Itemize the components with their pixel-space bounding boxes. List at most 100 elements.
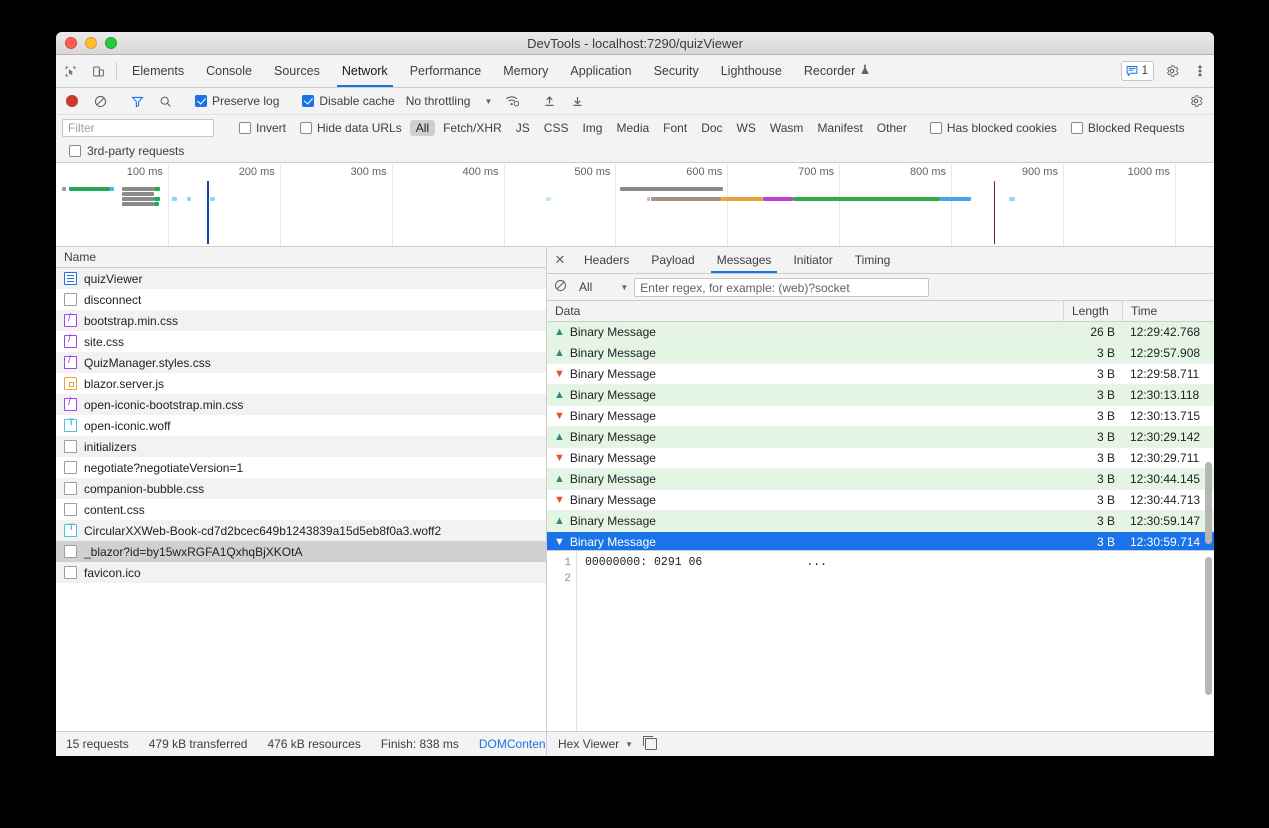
message-row[interactable]: ▲ Binary Message 3 B 12:30:44.145 — [547, 469, 1214, 490]
filter-type-all[interactable]: All — [409, 119, 436, 136]
request-name: CircularXXWeb-Book-cd7d2bcec649b1243839a… — [84, 523, 442, 538]
import-har-icon[interactable] — [535, 95, 563, 108]
filter-type-font[interactable]: Font — [657, 120, 693, 136]
message-type-chevron-down-icon[interactable]: ▼ — [620, 283, 628, 292]
message-data-cell: ▲ Binary Message — [547, 514, 1063, 528]
column-header-data[interactable]: Data — [547, 301, 1063, 321]
request-row[interactable]: open-iconic.woff — [56, 415, 546, 436]
message-row[interactable]: ▼ Binary Message 3 B 12:30:29.711 — [547, 448, 1214, 469]
close-detail-icon[interactable]: ✕ — [547, 247, 573, 273]
tab-sources[interactable]: Sources — [263, 55, 331, 87]
tab-memory[interactable]: Memory — [492, 55, 559, 87]
hex-scrollbar[interactable] — [1205, 557, 1212, 695]
network-conditions-icon[interactable] — [498, 94, 526, 108]
message-type-filter-value[interactable]: All — [579, 280, 592, 294]
message-row[interactable]: ▲ Binary Message 3 B 12:30:13.118 — [547, 385, 1214, 406]
more-options-icon[interactable] — [1186, 55, 1214, 87]
third-party-requests-checkbox[interactable]: 3rd-party requests — [56, 140, 1214, 163]
request-row[interactable]: bootstrap.min.css — [56, 310, 546, 331]
filter-icon[interactable] — [123, 95, 151, 108]
request-row[interactable]: initializers — [56, 436, 546, 457]
record-button[interactable] — [66, 95, 78, 107]
blocked-requests-checkbox[interactable]: Blocked Requests — [1070, 121, 1185, 135]
tab-application[interactable]: Application — [559, 55, 642, 87]
message-label: Binary Message — [569, 409, 656, 423]
tab-lighthouse[interactable]: Lighthouse — [710, 55, 793, 87]
tab-console[interactable]: Console — [195, 55, 263, 87]
request-list[interactable]: quizViewer disconnect bootstrap.min.css sit… — [56, 268, 546, 731]
request-name-column-header[interactable]: Name — [56, 247, 546, 268]
has-blocked-cookies-checkbox[interactable]: Has blocked cookies — [929, 121, 1057, 135]
disable-cache-checkbox[interactable]: Disable cache — [302, 94, 395, 108]
filter-input[interactable]: Filter — [62, 118, 214, 137]
request-row[interactable]: _blazor?id=by15wxRGFA1QxhqBjXKOtA — [56, 541, 546, 562]
hex-viewer-label[interactable]: Hex Viewer — [558, 737, 619, 751]
viewer-chevron-down-icon[interactable]: ▼ — [625, 740, 633, 749]
request-row[interactable]: blazor.server.js — [56, 373, 546, 394]
message-row[interactable]: ▼ Binary Message 3 B 12:30:59.714 — [547, 532, 1214, 550]
messages-list[interactable]: ▲ Binary Message 26 B 12:29:42.768 ▲ Binary M… — [547, 322, 1214, 550]
filter-type-ws[interactable]: WS — [731, 120, 762, 136]
request-row[interactable]: QuizManager.styles.css — [56, 352, 546, 373]
tab-initiator[interactable]: Initiator — [782, 247, 843, 273]
message-row[interactable]: ▲ Binary Message 3 B 12:30:29.142 — [547, 427, 1214, 448]
message-row[interactable]: ▼ Binary Message 3 B 12:29:58.711 — [547, 364, 1214, 385]
request-row[interactable]: disconnect — [56, 289, 546, 310]
tab-timing[interactable]: Timing — [844, 247, 902, 273]
message-row[interactable]: ▲ Binary Message 3 B 12:30:59.147 — [547, 511, 1214, 532]
hex-content[interactable]: 00000000: 0291 06... — [577, 551, 1214, 731]
request-row[interactable]: favicon.ico — [56, 562, 546, 583]
preserve-log-checkbox[interactable]: Preserve log — [195, 94, 279, 108]
filter-type-wasm[interactable]: Wasm — [764, 120, 810, 136]
request-list-pane: Name quizViewer disconnect bootstrap.min.c… — [56, 247, 547, 731]
filter-type-other[interactable]: Other — [871, 120, 913, 136]
search-icon[interactable] — [151, 95, 179, 108]
filter-type-js[interactable]: JS — [510, 120, 536, 136]
filter-type-manifest[interactable]: Manifest — [811, 120, 868, 136]
clear-icon[interactable] — [86, 95, 114, 108]
tab-payload[interactable]: Payload — [640, 247, 705, 273]
filter-type-doc[interactable]: Doc — [695, 120, 728, 136]
request-row[interactable]: CircularXXWeb-Book-cd7d2bcec649b1243839a… — [56, 520, 546, 541]
tab-recorder[interactable]: Recorder — [793, 55, 881, 87]
copy-icon[interactable] — [643, 736, 658, 750]
column-header-length[interactable]: Length — [1063, 301, 1122, 321]
request-row[interactable]: companion-bubble.css — [56, 478, 546, 499]
request-row[interactable]: content.css — [56, 499, 546, 520]
network-overview-timeline[interactable]: 100 ms 200 ms 300 ms 400 ms 500 ms 600 ms 700 … — [56, 163, 1214, 247]
request-row[interactable]: negotiate?negotiateVersion=1 — [56, 457, 546, 478]
overview-request-bar — [154, 197, 161, 201]
message-row[interactable]: ▲ Binary Message 26 B 12:29:42.768 — [547, 322, 1214, 343]
clear-messages-icon[interactable] — [554, 279, 567, 295]
inspect-element-icon[interactable] — [56, 55, 84, 87]
filter-type-css[interactable]: CSS — [538, 120, 575, 136]
console-message-count-badge[interactable]: 1 — [1120, 61, 1154, 81]
message-row[interactable]: ▲ Binary Message 3 B 12:29:57.908 — [547, 343, 1214, 364]
filter-type-fetch-xhr[interactable]: Fetch/XHR — [437, 120, 508, 136]
request-row[interactable]: quizViewer — [56, 268, 546, 289]
message-row[interactable]: ▼ Binary Message 3 B 12:30:44.713 — [547, 490, 1214, 511]
tab-performance[interactable]: Performance — [399, 55, 493, 87]
filter-type-img[interactable]: Img — [576, 120, 608, 136]
tab-messages[interactable]: Messages — [706, 247, 783, 273]
request-row[interactable]: open-iconic-bootstrap.min.css — [56, 394, 546, 415]
column-header-time[interactable]: Time — [1122, 301, 1214, 321]
invert-checkbox[interactable]: Invert — [239, 121, 286, 135]
tab-elements[interactable]: Elements — [121, 55, 195, 87]
messages-scrollbar[interactable] — [1205, 462, 1212, 544]
tab-headers[interactable]: Headers — [573, 247, 640, 273]
export-har-icon[interactable] — [563, 95, 591, 108]
gear-icon[interactable] — [1158, 55, 1186, 87]
hide-data-urls-checkbox[interactable]: Hide data URLs — [300, 121, 402, 135]
tab-network[interactable]: Network — [331, 55, 399, 87]
message-time-cell: 12:30:59.714 — [1130, 535, 1201, 549]
device-toolbar-icon[interactable] — [84, 55, 112, 87]
message-regex-input[interactable]: Enter regex, for example: (web)?socket — [634, 277, 930, 297]
network-settings-gear-icon[interactable] — [1182, 94, 1210, 108]
filter-type-media[interactable]: Media — [610, 120, 655, 136]
tab-security[interactable]: Security — [643, 55, 710, 87]
request-row[interactable]: site.css — [56, 331, 546, 352]
message-row[interactable]: ▼ Binary Message 3 B 12:30:13.715 — [547, 406, 1214, 427]
throttling-dropdown[interactable]: No throttling ▼ — [406, 94, 493, 108]
message-data-cell: ▼ Binary Message — [547, 493, 1063, 507]
